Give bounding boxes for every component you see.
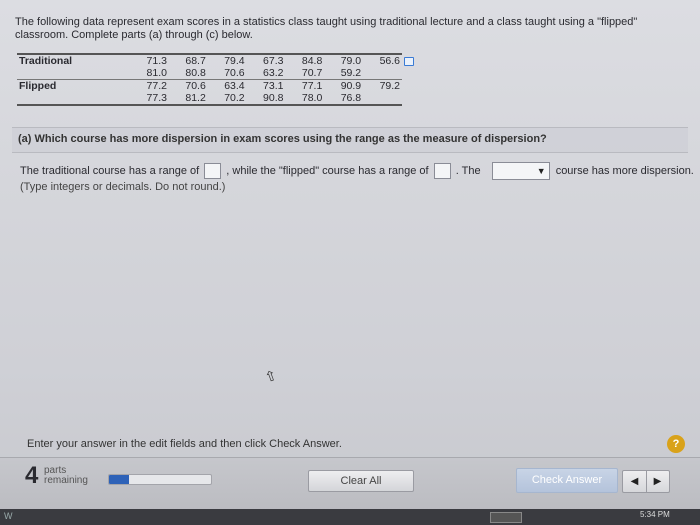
help-button[interactable]: ? <box>667 435 685 453</box>
next-arrow-icon[interactable]: ▶ <box>646 471 669 492</box>
table-cell: 67.3 <box>246 53 286 67</box>
taskbar-app-icon[interactable]: W <box>4 511 13 521</box>
clear-all-button[interactable]: Clear All <box>308 470 414 492</box>
table-cell: 79.4 <box>207 53 247 67</box>
table-cell: 81.0 <box>146 67 167 79</box>
table-row: 77.3 81.2 70.2 90.8 78.0 76.8 <box>17 92 402 106</box>
copy-data-icon[interactable] <box>404 57 414 66</box>
answer-text-4: course has more dispersion. <box>555 165 694 177</box>
table-row: Flipped 77.2 70.6 63.4 73.1 77.1 90.9 79.2 <box>17 79 402 92</box>
table-cell: 70.2 <box>207 92 247 106</box>
range-traditional-input[interactable] <box>204 163 222 179</box>
dropdown-arrow-icon: ▼ <box>536 166 546 176</box>
problem-intro: The following data represent exam scores… <box>15 16 638 41</box>
answer-text-3: . The <box>455 165 481 177</box>
check-answer-button[interactable]: Check Answer <box>516 468 618 493</box>
taskbar <box>0 509 700 525</box>
table-cell <box>363 67 402 80</box>
table-cell: 79.2 <box>363 79 402 92</box>
data-table: Traditional 71.3 68.7 79.4 67.3 84.8 79.0 56.6 8… <box>17 53 402 106</box>
table-cell: 70.6 <box>224 67 245 79</box>
table-row: Traditional 71.3 68.7 79.4 67.3 84.8 79.0 56.6 <box>17 53 402 67</box>
parts-label-line2: remaining <box>44 475 88 486</box>
table-cell: 70.6 <box>168 79 208 92</box>
table-cell: 84.8 <box>285 53 325 67</box>
homework-page: The following data represent exam scores… <box>0 0 700 525</box>
table-cell: 90.9 <box>324 79 364 92</box>
question-text: (a) Which course has more dispersion in … <box>18 133 547 145</box>
table-cell: 79.0 <box>324 53 364 67</box>
table-cell: 81.2 <box>168 92 208 106</box>
table-cell: 63.4 <box>207 79 247 92</box>
course-select[interactable]: ▼ <box>491 162 550 180</box>
table-cell <box>363 92 402 106</box>
parts-remaining-label: parts remaining <box>44 466 88 486</box>
table-cell: 77.3 <box>130 92 169 106</box>
row-label: Flipped <box>17 79 131 92</box>
table-cell: 80.8 <box>185 67 206 79</box>
table-cell: 59.2 <box>340 67 362 79</box>
parts-remaining-count: 4 <box>25 462 39 489</box>
table-cell: 63.2 <box>263 67 284 79</box>
table-cell: 70.7 <box>301 67 323 79</box>
table-cell: 68.7 <box>168 53 208 67</box>
answer-text-2: , while the "flipped" course has a range… <box>226 165 429 177</box>
instruction-text: Enter your answer in the edit fields and… <box>27 438 342 450</box>
table-cell: 71.3 <box>130 53 169 67</box>
taskbar-clock: 5:34 PM <box>640 510 670 519</box>
table-cell: 90.8 <box>246 92 286 106</box>
answer-text-1: The traditional course has a range of <box>20 165 200 177</box>
answer-hint: (Type integers or decimals. Do not round… <box>20 181 226 193</box>
table-cell: 77.1 <box>285 79 325 92</box>
answer-sentence: The traditional course has a range of , … <box>20 162 694 180</box>
table-row: 81.0 80.8 70.6 63.2 70.7 59.2 <box>17 67 402 80</box>
progress-bar <box>108 474 212 485</box>
table-cell: 76.8 <box>324 92 364 106</box>
row-label: Traditional <box>17 53 131 67</box>
row-label <box>17 92 131 106</box>
table-cell: 73.1 <box>246 79 286 92</box>
table-cell: 78.0 <box>285 92 325 106</box>
row-label <box>17 67 130 80</box>
table-cell: 77.2 <box>130 79 169 92</box>
table-cell: 56.6 <box>363 53 402 67</box>
range-flipped-input[interactable] <box>433 163 451 179</box>
keyboard-icon[interactable] <box>490 512 522 523</box>
progress-fill <box>109 475 130 484</box>
previous-arrow-icon[interactable]: ◀ <box>623 471 647 492</box>
mouse-cursor-icon: ⇧ <box>262 366 279 386</box>
question-nav: ◀ ▶ <box>622 470 670 493</box>
